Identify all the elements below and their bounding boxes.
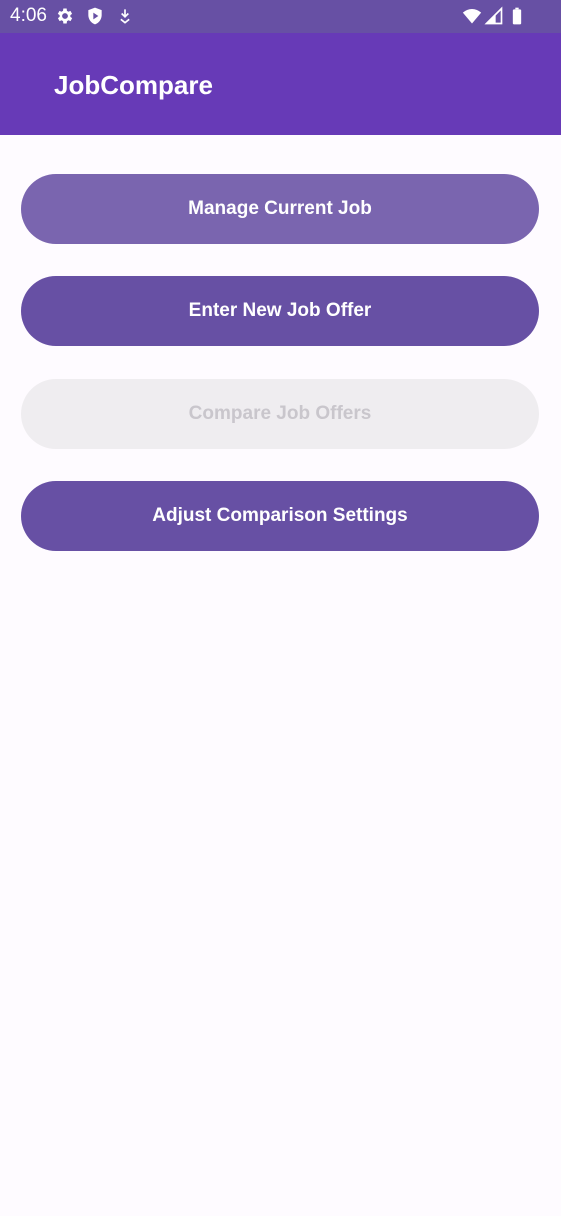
app-title: JobCompare — [54, 70, 213, 100]
adjust-comparison-settings-button[interactable]: Adjust Comparison Settings — [21, 481, 539, 551]
manage-current-job-button[interactable]: Manage Current Job — [21, 174, 539, 244]
signal-icon — [484, 6, 503, 25]
status-time: 4:06 — [10, 5, 47, 26]
button-label: Compare Job Offers — [188, 403, 372, 424]
download-icon — [120, 9, 130, 24]
shield-icon — [88, 7, 102, 25]
button-label: Adjust Comparison Settings — [152, 505, 408, 526]
enter-new-job-offer-button[interactable]: Enter New Job Offer — [21, 276, 539, 346]
status-bar: 4:06 — [0, 0, 561, 33]
app-bar: JobCompare — [0, 33, 561, 135]
button-label: Enter New Job Offer — [188, 300, 372, 321]
compare-job-offers-button: Compare Job Offers — [21, 379, 539, 449]
gear-icon — [57, 8, 73, 24]
battery-icon — [512, 7, 522, 25]
wifi-icon — [462, 9, 482, 24]
button-label: Manage Current Job — [188, 198, 372, 219]
